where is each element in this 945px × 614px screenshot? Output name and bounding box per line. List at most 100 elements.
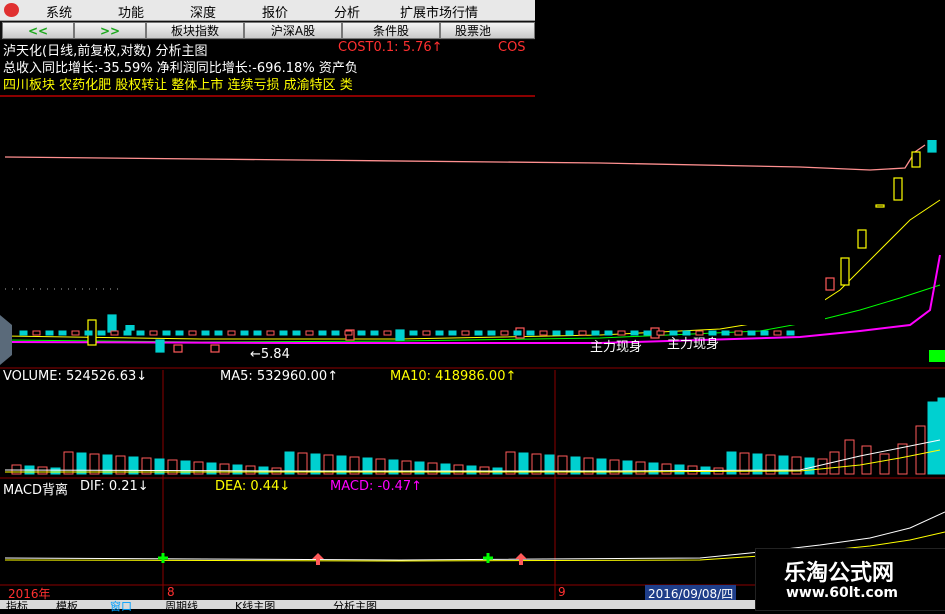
macd-dea: DEA: 0.44↓ [215,479,291,494]
candle [305,330,314,336]
candle [539,330,548,336]
tab-template[interactable]: 模板 [56,598,78,614]
candle [474,330,483,336]
menu-function[interactable]: 功能 [118,2,144,21]
candle [279,330,288,336]
candle [721,330,730,336]
signal-label: 主力现身 [667,337,720,352]
candle [214,330,223,336]
sector-index-button[interactable]: 板块指数 [146,22,244,39]
candle [927,139,937,153]
candle [45,330,54,336]
candle [318,330,327,336]
candle [107,314,117,333]
volume-ma10: MA10: 418986.00↑ [390,369,517,384]
candle [578,330,587,336]
cross-signal-icon [483,553,493,563]
stock-pool-button[interactable]: 股票池 [440,22,535,39]
candle [448,330,457,336]
volume-bar [804,457,815,475]
candle [875,204,885,208]
a-share-button[interactable]: 沪深A股 [244,22,342,39]
next-button[interactable]: >> [74,22,146,39]
menu-extended-market[interactable]: 扩展市场行情 [400,2,478,21]
cost-line [4,144,926,171]
candle [32,330,41,336]
candle [487,330,496,336]
candle [331,330,340,336]
volume-bar [937,397,945,475]
candle [266,330,275,336]
app-logo-icon [4,3,19,17]
volume-bar [674,464,685,475]
candle [344,330,353,336]
date-month-8: 8 [167,585,175,599]
candle [292,330,301,336]
volume-bar [115,455,126,475]
macd-label: MACD背离 [3,483,68,498]
volume-bar [687,465,698,475]
menu-analysis[interactable]: 分析 [334,2,360,21]
scroll-handle-icon [0,315,12,365]
tab-analysis[interactable]: 分析主图 [333,598,377,614]
candle [201,330,210,336]
signal-label: 主力现身 [590,340,643,355]
candle [84,330,93,336]
menu-system[interactable]: 系统 [46,2,72,21]
volume-bar [661,463,672,475]
watermark-url: www.60lt.com [786,585,899,601]
candle [643,330,652,336]
up-arrow-icon [312,553,324,565]
candle [188,330,197,336]
prev-button[interactable]: << [2,22,74,39]
condition-stock-button[interactable]: 条件股 [342,22,440,39]
candle [383,330,392,336]
candle [210,344,220,353]
candle [617,330,626,336]
candle [773,330,782,336]
candle [123,330,132,336]
candle [253,330,262,336]
volume-bar [817,458,828,475]
candle [526,330,535,336]
tab-indicator[interactable]: 指标 [6,598,28,614]
candle [604,330,613,336]
tab-kline[interactable]: K线主图 [235,598,275,614]
candle [227,330,236,336]
volume-bar [128,456,139,475]
volume-ma5: MA5: 532960.00↑ [220,369,339,384]
tab-period[interactable]: 周期线 [165,598,198,614]
volume-bar [879,453,890,475]
candle [409,330,418,336]
candle [747,330,756,336]
cost-label-truncated: COS [498,40,526,55]
occluding-box [118,283,825,325]
tab-window[interactable]: 窗口 [110,598,132,614]
candle [760,330,769,336]
low-price-marker: ←5.84 [250,347,290,362]
volume-bar [102,454,113,475]
watermark-logo: 乐淘公式网 www.60lt.com [755,548,945,611]
candle [500,330,509,336]
candle [552,330,561,336]
volume-bar [232,464,243,475]
volume-bar [89,453,100,475]
price-tag [929,350,945,362]
volume-bar [50,467,61,475]
candle [734,330,743,336]
candle [565,330,574,336]
candle [840,257,850,286]
candle [173,344,183,353]
volume-bar [453,464,464,475]
menu-bar: 系统 功能 深度 报价 分析 扩展市场行情 [0,0,535,21]
candle [19,330,28,336]
cost-label: COST0.1: 5.76↑ [338,40,443,55]
menu-quote[interactable]: 报价 [262,2,288,21]
volume-bar [844,439,855,475]
candle [513,330,522,336]
candle [97,330,106,336]
menu-depth[interactable]: 深度 [190,2,216,21]
candle [422,330,431,336]
macd-dif: DIF: 0.21↓ [80,479,149,494]
candle [149,330,158,336]
